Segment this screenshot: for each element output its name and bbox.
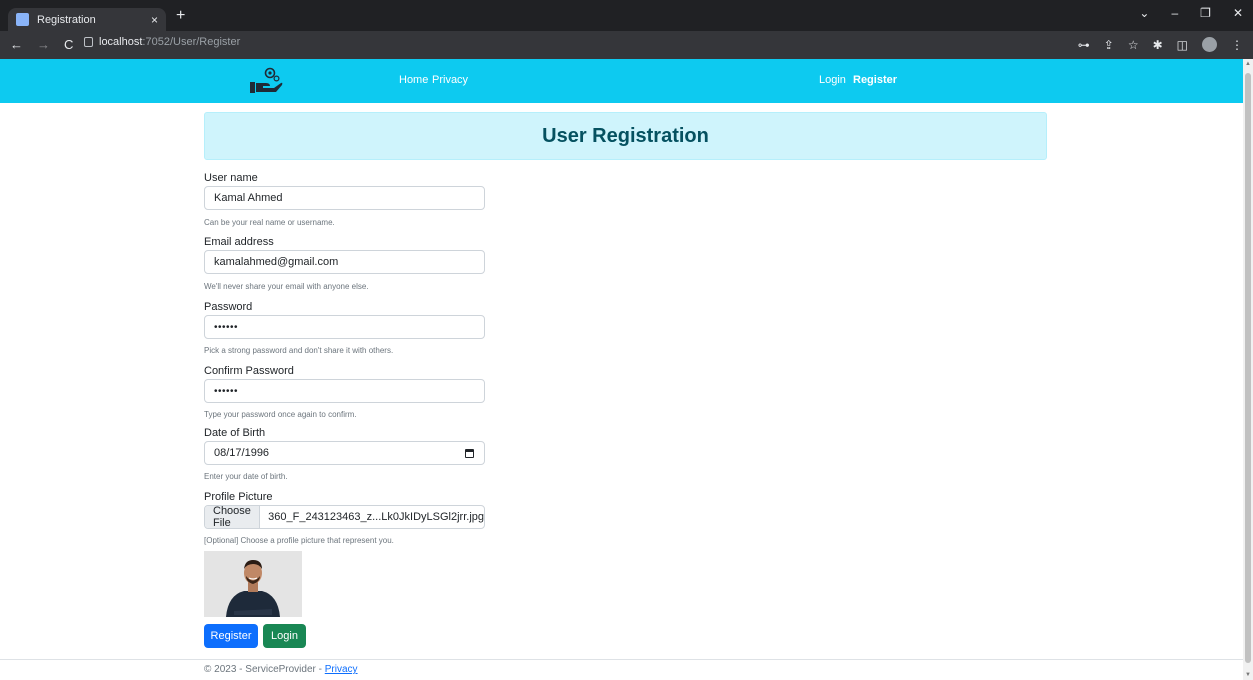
nav-login-link[interactable]: Login: [819, 74, 846, 86]
tab-search-icon[interactable]: ⌄: [1139, 6, 1149, 20]
scroll-up-icon[interactable]: ▲: [1245, 61, 1251, 67]
dob-input[interactable]: 08/17/1996: [204, 441, 485, 465]
browser-tabbar: Registration × + ⌄ – ❐ ✕: [0, 0, 1253, 31]
extensions-icon[interactable]: ✱: [1153, 38, 1163, 52]
choose-file-button[interactable]: Choose File: [205, 506, 261, 528]
address-bar: ← → C localhost :7052/User/Register ⊶ ⇪ …: [0, 31, 1253, 59]
browser-toolbar-icons: ⊶ ⇪ ☆ ✱ ◫ ⋮: [1078, 37, 1243, 52]
footer-copyright: © 2023 - ServiceProvider -: [204, 664, 325, 675]
password-help: Pick a strong password and don't share i…: [204, 346, 394, 355]
side-panel-icon[interactable]: ◫: [1177, 38, 1188, 52]
close-window-icon[interactable]: ✕: [1233, 6, 1243, 20]
password-label: Password: [204, 301, 253, 313]
login-button[interactable]: Login: [263, 624, 306, 648]
password-value: ••••••: [214, 321, 239, 333]
new-tab-icon[interactable]: +: [176, 7, 185, 25]
profile-picture-input[interactable]: Choose File 360_F_243123463_z...Lk0JkIDy…: [204, 505, 485, 529]
scroll-down-icon[interactable]: ▼: [1245, 672, 1251, 678]
hand-gear-logo-icon[interactable]: [248, 67, 284, 95]
nav-home-link[interactable]: Home: [399, 74, 428, 86]
page-title-banner: User Registration: [204, 112, 1047, 160]
confirm-password-help: Type your password once again to confirm…: [204, 410, 357, 419]
register-button[interactable]: Register: [204, 624, 258, 648]
scroll-thumb[interactable]: [1245, 73, 1251, 663]
email-help: We'll never share your email with anyone…: [204, 282, 369, 291]
page-scrollbar[interactable]: ▲ ▼: [1243, 59, 1253, 680]
url-path: :7052/User/Register: [142, 36, 241, 48]
chosen-file-name: 360_F_243123463_z...Lk0JkIDyLSGl2jrr.jpg: [268, 511, 484, 523]
email-label: Email address: [204, 236, 274, 248]
tab-close-icon[interactable]: ×: [151, 13, 158, 27]
back-icon[interactable]: ←: [10, 37, 23, 52]
footer-privacy-link[interactable]: Privacy: [325, 664, 358, 675]
dob-help: Enter your date of birth.: [204, 472, 288, 481]
username-label: User name: [204, 172, 258, 184]
share-icon[interactable]: ⇪: [1104, 38, 1114, 52]
bookmark-star-icon[interactable]: ☆: [1128, 38, 1139, 52]
page-title: User Registration: [542, 124, 709, 147]
confirm-password-label: Confirm Password: [204, 365, 294, 377]
profile-picture-preview: [204, 551, 302, 617]
tab-title: Registration: [37, 13, 96, 26]
username-input[interactable]: Kamal Ahmed: [204, 186, 485, 210]
page-favicon-icon: [16, 13, 29, 26]
url-field[interactable]: localhost :7052/User/Register: [84, 36, 240, 48]
person-photo-icon: [204, 551, 302, 617]
profile-picture-label: Profile Picture: [204, 491, 273, 503]
nav-register-link[interactable]: Register: [853, 74, 897, 86]
minimize-icon[interactable]: –: [1171, 6, 1178, 20]
dob-label: Date of Birth: [204, 427, 266, 439]
footer-text: © 2023 - ServiceProvider - Privacy: [204, 664, 358, 675]
dob-value: 08/17/1996: [214, 447, 270, 459]
username-help: Can be your real name or username.: [204, 218, 335, 227]
window-controls: ⌄ – ❐ ✕: [1139, 6, 1243, 20]
reload-icon[interactable]: C: [64, 37, 73, 52]
calendar-icon[interactable]: [465, 449, 474, 458]
forward-icon[interactable]: →: [37, 37, 50, 52]
lock-icon[interactable]: [84, 37, 93, 47]
username-value: Kamal Ahmed: [214, 192, 283, 204]
email-value: kamalahmed@gmail.com: [214, 256, 339, 268]
browser-menu-icon[interactable]: ⋮: [1231, 38, 1243, 52]
password-input[interactable]: ••••••: [204, 315, 485, 339]
page-footer: © 2023 - ServiceProvider - Privacy: [0, 659, 1243, 680]
email-input[interactable]: kamalahmed@gmail.com: [204, 250, 485, 274]
password-key-icon[interactable]: ⊶: [1078, 38, 1090, 52]
restore-icon[interactable]: ❐: [1200, 6, 1211, 20]
nav-buttons: ← → C: [10, 37, 73, 52]
browser-tab[interactable]: Registration ×: [8, 8, 166, 31]
nav-privacy-link[interactable]: Privacy: [432, 74, 468, 86]
url-host: localhost: [99, 36, 143, 48]
profile-picture-help: [Optional] Choose a profile picture that…: [204, 536, 394, 545]
app-navbar: Home Privacy Login Register: [0, 59, 1243, 103]
confirm-password-value: ••••••: [214, 385, 239, 397]
confirm-password-input[interactable]: ••••••: [204, 379, 485, 403]
profile-avatar[interactable]: [1202, 37, 1217, 52]
